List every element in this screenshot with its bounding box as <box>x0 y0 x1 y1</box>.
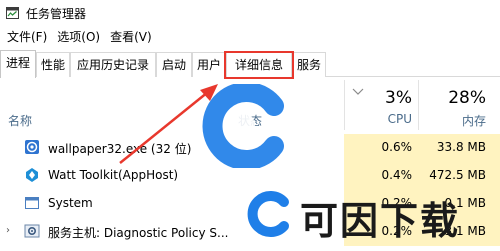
watermark-small-logo-icon <box>247 191 289 237</box>
watermark-logo-icon <box>202 84 284 168</box>
watermark-text: 可因下载 <box>300 199 461 243</box>
